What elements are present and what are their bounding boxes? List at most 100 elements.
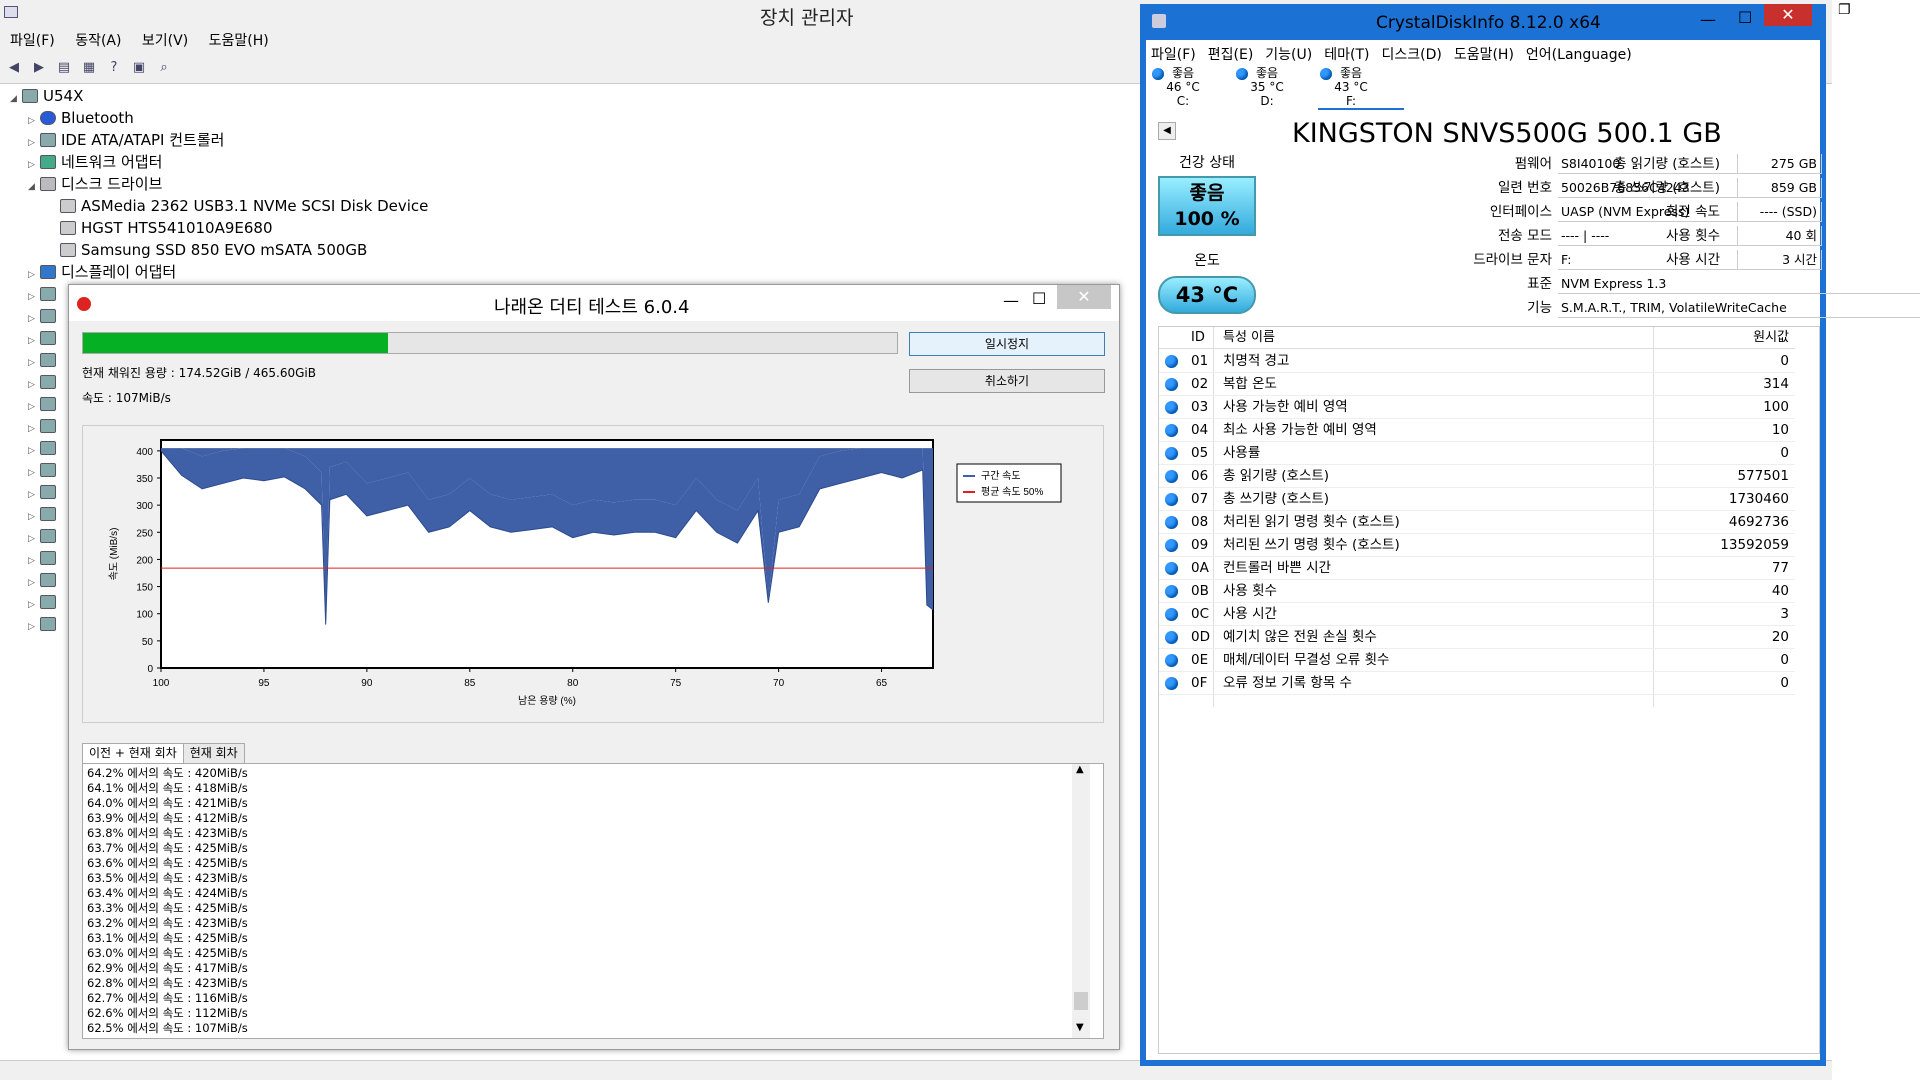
expand-arrow-icon[interactable]: ▷ xyxy=(28,397,40,417)
previous-disk-button[interactable]: ◀ xyxy=(1158,122,1176,140)
expand-arrow-icon[interactable]: ▷ xyxy=(28,507,40,527)
expand-arrow-icon[interactable]: ▷ xyxy=(28,463,40,483)
tree-item-collapsed[interactable]: ▷ xyxy=(28,570,61,590)
tree-item-disk-drives[interactable]: ◢ 디스크 드라이브 xyxy=(28,174,162,194)
expand-arrow-icon[interactable]: ▷ xyxy=(28,287,40,307)
expand-arrow-icon[interactable]: ▷ xyxy=(28,617,40,637)
smart-row[interactable]: 01 치명적 경고 0 xyxy=(1159,350,1795,373)
temperature-badge[interactable]: 43 °C xyxy=(1158,276,1256,314)
collapse-arrow-icon[interactable]: ◢ xyxy=(28,177,40,197)
smart-row[interactable]: 03 사용 가능한 예비 영역 100 xyxy=(1159,396,1795,419)
menu-help[interactable]: 도움말(H) xyxy=(209,30,269,52)
list-view-icon[interactable]: ▦ xyxy=(80,60,98,76)
log-scroll-thumb[interactable] xyxy=(1074,992,1088,1010)
tree-item-network[interactable]: ▷ 네트워크 어댑터 xyxy=(28,152,162,172)
menu-file[interactable]: 파일(F) xyxy=(10,30,55,52)
maximize-icon[interactable]: ☐ xyxy=(1738,8,1752,27)
menu-language[interactable]: 언어(Language) xyxy=(1526,44,1632,64)
expand-arrow-icon[interactable]: ▷ xyxy=(28,375,40,395)
tree-item-collapsed[interactable]: ▷ xyxy=(28,548,61,568)
expand-arrow-icon[interactable]: ▷ xyxy=(28,309,40,329)
help-icon[interactable]: ? xyxy=(105,60,123,76)
menu-function[interactable]: 기능(U) xyxy=(1265,44,1312,64)
collapse-arrow-icon[interactable]: ◢ xyxy=(10,89,22,109)
minimize-icon[interactable]: — xyxy=(1700,10,1716,29)
expand-arrow-icon[interactable]: ▷ xyxy=(28,441,40,461)
tree-root[interactable]: ◢ U54X xyxy=(10,86,83,106)
expand-arrow-icon[interactable]: ▷ xyxy=(28,529,40,549)
smart-row[interactable]: 0D 예기치 않은 전원 손실 횟수 20 xyxy=(1159,626,1795,649)
tree-item-bluetooth[interactable]: ▷ Bluetooth xyxy=(28,108,134,128)
pause-button[interactable]: 일시정지 xyxy=(909,332,1105,356)
expand-arrow-icon[interactable]: ▷ xyxy=(28,551,40,571)
menu-help[interactable]: 도움말(H) xyxy=(1454,44,1514,64)
tree-item-collapsed[interactable]: ▷ xyxy=(28,526,61,546)
menu-disk[interactable]: 디스크(D) xyxy=(1381,44,1441,64)
smart-row[interactable]: 07 총 쓰기량 (호스트) 1730460 xyxy=(1159,488,1795,511)
tree-item-collapsed[interactable]: ▷ xyxy=(28,394,61,414)
expand-arrow-icon[interactable]: ▷ xyxy=(28,133,40,153)
tree-item-ide[interactable]: ▷ IDE ATA/ATAPI 컨트롤러 xyxy=(28,130,224,150)
smart-row[interactable]: 0F 오류 정보 기록 항목 수 0 xyxy=(1159,672,1795,695)
restore-window-icon[interactable]: ❐ xyxy=(1838,2,1851,18)
expand-arrow-icon[interactable]: ▷ xyxy=(28,155,40,175)
expand-arrow-icon[interactable]: ▷ xyxy=(28,485,40,505)
tree-item-collapsed[interactable]: ▷ xyxy=(28,372,61,392)
tree-item-collapsed[interactable]: ▷ xyxy=(28,504,61,524)
tree-item-display[interactable]: ▷ 디스플레이 어댑터 xyxy=(28,262,176,282)
expand-arrow-icon[interactable]: ▷ xyxy=(28,111,40,131)
tree-item-collapsed[interactable]: ▷ xyxy=(28,350,61,370)
tree-item-collapsed[interactable]: ▷ xyxy=(28,284,61,304)
smart-row[interactable]: 0E 매체/데이터 무결성 오류 횟수 0 xyxy=(1159,649,1795,672)
minimize-icon[interactable]: — xyxy=(1003,289,1019,313)
tree-item-collapsed[interactable]: ▷ xyxy=(28,416,61,436)
speed-log[interactable]: 64.2% 에서의 속도 : 420MiB/s 64.1% 에서의 속도 : 41… xyxy=(82,763,1104,1039)
smart-row[interactable]: 0A 컨트롤러 바쁜 시간 77 xyxy=(1159,557,1795,580)
tree-item-disk-hgst[interactable]: HGST HTS541010A9E680 xyxy=(60,218,273,238)
tab-current[interactable]: 현재 회차 xyxy=(182,743,245,763)
scan-hardware-icon[interactable]: ⌕ xyxy=(155,60,173,76)
close-icon[interactable]: ✕ xyxy=(1057,285,1111,309)
tree-item-collapsed[interactable]: ▷ xyxy=(28,306,61,326)
smart-row[interactable]: 02 복합 온도 314 xyxy=(1159,373,1795,396)
expand-arrow-icon[interactable]: ▷ xyxy=(28,331,40,351)
smart-row[interactable]: 09 처리된 쓰기 명령 횟수 (호스트) 13592059 xyxy=(1159,534,1795,557)
menu-file[interactable]: 파일(F) xyxy=(1151,44,1196,64)
smart-row[interactable]: 0C 사용 시간 3 xyxy=(1159,603,1795,626)
cancel-button[interactable]: 취소하기 xyxy=(909,369,1105,393)
tree-item-collapsed[interactable]: ▷ xyxy=(28,482,61,502)
expand-arrow-icon[interactable]: ▷ xyxy=(28,353,40,373)
menu-action[interactable]: 동작(A) xyxy=(75,30,121,52)
expand-arrow-icon[interactable]: ▷ xyxy=(28,595,40,615)
expand-arrow-icon[interactable]: ▷ xyxy=(28,573,40,593)
drive-tab-d[interactable]: 좋음 35 °C D: xyxy=(1234,66,1300,108)
health-status-badge[interactable]: 좋음 100 % xyxy=(1158,176,1256,236)
close-icon[interactable]: ✕ xyxy=(1764,4,1812,26)
menu-edit[interactable]: 편집(E) xyxy=(1208,44,1254,64)
back-arrow-icon[interactable]: ◀ xyxy=(5,60,23,76)
naraeon-titlebar[interactable]: 나래온 더티 테스트 6.0.4 — ☐ ✕ xyxy=(69,285,1119,321)
tree-item-disk-asmedia[interactable]: ASMedia 2362 USB3.1 NVMe SCSI Disk Devic… xyxy=(60,196,428,216)
show-hidden-icon[interactable]: ▣ xyxy=(130,60,148,76)
smart-row[interactable]: 04 최소 사용 가능한 예비 영역 10 xyxy=(1159,419,1795,442)
properties-icon[interactable]: ▤ xyxy=(55,60,73,76)
tree-item-disk-samsung[interactable]: Samsung SSD 850 EVO mSATA 500GB xyxy=(60,240,367,260)
menu-theme[interactable]: 테마(T) xyxy=(1324,44,1369,64)
log-scrollbar[interactable]: ▲ ▼ xyxy=(1072,764,1090,1038)
crystaldiskinfo-titlebar[interactable]: CrystalDiskInfo 8.12.0 x64 — ☐ ✕ xyxy=(1140,4,1826,40)
tree-item-collapsed[interactable]: ▷ xyxy=(28,614,61,634)
scroll-up-icon[interactable]: ▲ xyxy=(1076,764,1084,775)
smart-row[interactable]: 05 사용률 0 xyxy=(1159,442,1795,465)
tree-item-collapsed[interactable]: ▷ xyxy=(28,592,61,612)
menu-view[interactable]: 보기(V) xyxy=(142,30,188,52)
smart-row[interactable]: 06 총 읽기량 (호스트) 577501 xyxy=(1159,465,1795,488)
smart-row[interactable]: 08 처리된 읽기 명령 횟수 (호스트) 4692736 xyxy=(1159,511,1795,534)
drive-tab-f[interactable]: 좋음 43 °C F: xyxy=(1318,66,1384,108)
tree-item-collapsed[interactable]: ▷ xyxy=(28,328,61,348)
tree-item-collapsed[interactable]: ▷ xyxy=(28,460,61,480)
maximize-icon[interactable]: ☐ xyxy=(1032,287,1046,311)
smart-row[interactable]: 0B 사용 횟수 40 xyxy=(1159,580,1795,603)
scroll-down-icon[interactable]: ▼ xyxy=(1076,1022,1084,1033)
tab-previous-and-current[interactable]: 이전 + 현재 회차 xyxy=(82,743,184,763)
tree-item-collapsed[interactable]: ▷ xyxy=(28,438,61,458)
